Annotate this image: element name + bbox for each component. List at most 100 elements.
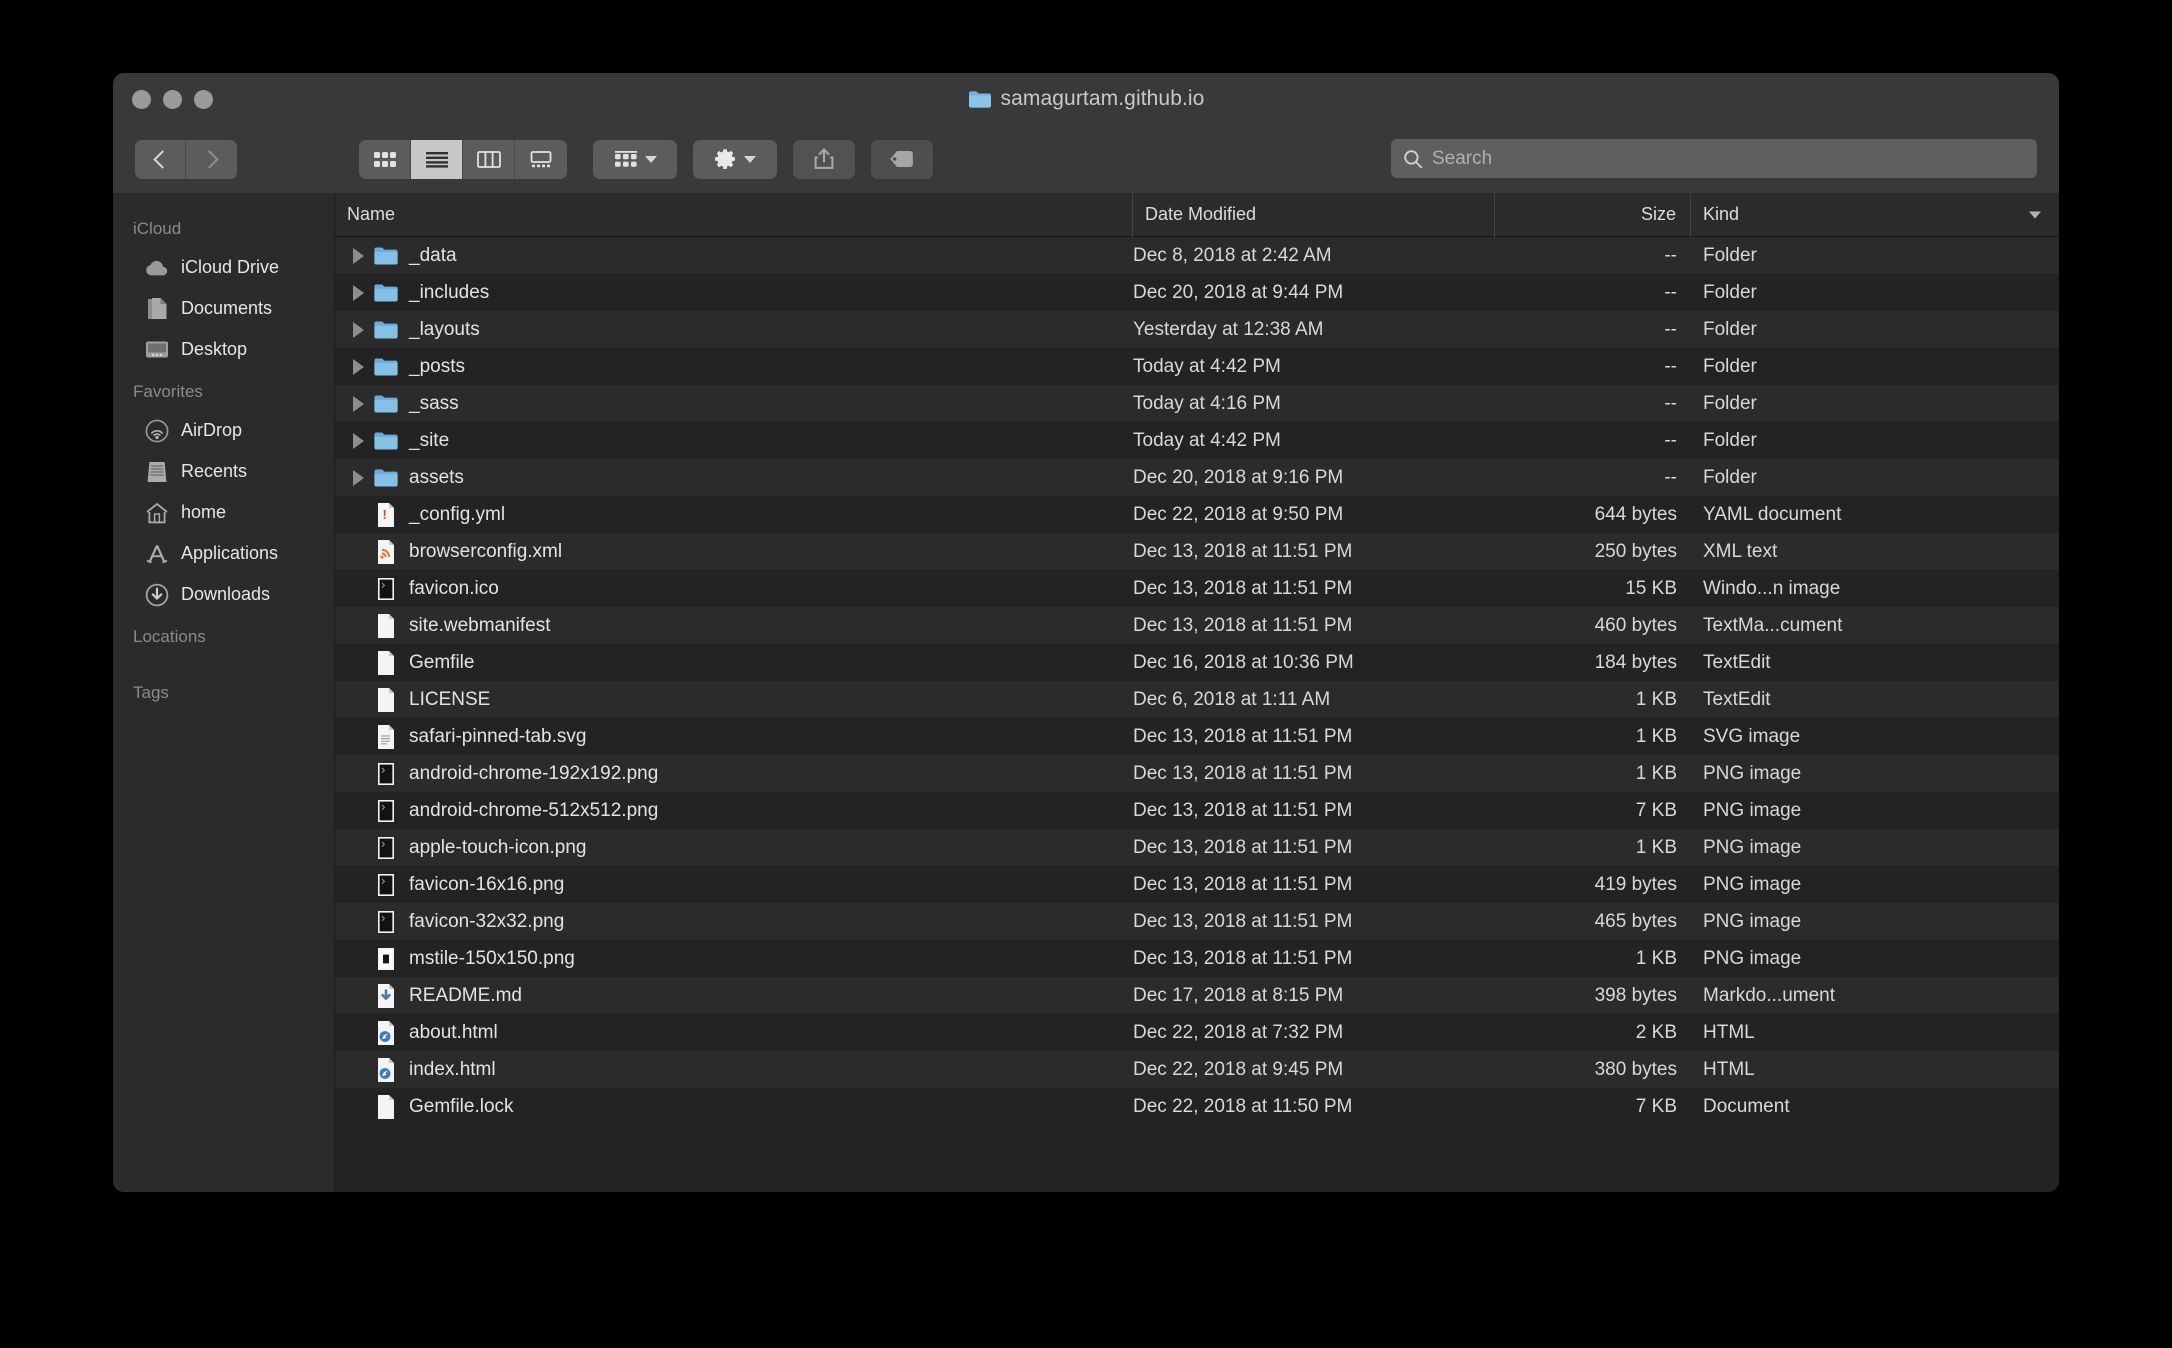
table-row[interactable]: Gemfile.lock Dec 22, 2018 at 11:50 PM 7 KB… <box>335 1088 2059 1125</box>
list-view-button[interactable] <box>411 139 463 179</box>
file-name-cell[interactable]: README.md <box>335 983 1133 1009</box>
file-name-cell[interactable]: LICENSE <box>335 687 1133 713</box>
yaml-doc-icon: ! <box>373 502 399 528</box>
chevron-down-icon[interactable] <box>2029 211 2041 218</box>
table-row[interactable]: android-chrome-512x512.png Dec 13, 2018 a… <box>335 792 2059 829</box>
file-name-cell[interactable]: Gemfile <box>335 650 1133 676</box>
table-row[interactable]: _data Dec 8, 2018 at 2:42 AM -- Folder <box>335 237 2059 274</box>
file-name-cell[interactable]: android-chrome-192x192.png <box>335 761 1133 787</box>
file-name-label: browserconfig.xml <box>409 540 563 562</box>
table-row[interactable]: android-chrome-192x192.png Dec 13, 2018 a… <box>335 755 2059 792</box>
zoom-button[interactable] <box>194 90 213 109</box>
sidebar-item-home[interactable]: home <box>113 492 334 533</box>
table-row[interactable]: mstile-150x150.png Dec 13, 2018 at 11:51 … <box>335 940 2059 977</box>
size-cell: 1 KB <box>1635 762 1677 784</box>
size-cell: 184 bytes <box>1594 651 1677 673</box>
file-name-label: Gemfile <box>409 651 475 673</box>
column-view-button[interactable] <box>463 139 515 179</box>
table-row[interactable]: LICENSE Dec 6, 2018 at 1:11 AM 1 KB TextEdi… <box>335 681 2059 718</box>
table-row[interactable]: favicon-16x16.png Dec 13, 2018 at 11:51 P… <box>335 866 2059 903</box>
sidebar-item-airdrop[interactable]: AirDrop <box>113 410 334 451</box>
column-header-name[interactable]: Name <box>335 192 1133 237</box>
file-name-cell[interactable]: Gemfile.lock <box>335 1094 1133 1120</box>
column-header-size[interactable]: Size <box>1495 192 1691 237</box>
file-name-cell[interactable]: site.webmanifest <box>335 613 1133 639</box>
folder-icon <box>373 320 399 340</box>
edit-tags-button[interactable] <box>871 139 933 179</box>
disclosure-triangle-icon[interactable] <box>347 247 369 264</box>
table-row[interactable]: safari-pinned-tab.svg Dec 13, 2018 at 11:… <box>335 718 2059 755</box>
file-name-cell[interactable]: _layouts <box>335 319 1133 341</box>
action-menu-button[interactable] <box>693 139 777 179</box>
table-row[interactable]: favicon-32x32.png Dec 13, 2018 at 11:51 P… <box>335 903 2059 940</box>
table-row[interactable]: about.html Dec 22, 2018 at 7:32 PM 2 KB HTM… <box>335 1014 2059 1051</box>
disclosure-triangle-icon[interactable] <box>347 395 369 412</box>
date-modified-cell: Dec 22, 2018 at 11:50 PM <box>1133 1095 1353 1117</box>
table-row[interactable]: _posts Today at 4:42 PM -- Folder <box>335 348 2059 385</box>
table-row[interactable]: site.webmanifest Dec 13, 2018 at 11:51 PM… <box>335 607 2059 644</box>
date-modified-cell: Dec 17, 2018 at 8:15 PM <box>1133 984 1344 1006</box>
table-row[interactable]: _sass Today at 4:16 PM -- Folder <box>335 385 2059 422</box>
minimize-button[interactable] <box>163 90 182 109</box>
file-name-label: about.html <box>409 1021 498 1043</box>
table-row[interactable]: ! _config.yml Dec 22, 2018 at 9:50 PM 644 b… <box>335 496 2059 533</box>
share-icon <box>814 148 834 169</box>
back-button[interactable] <box>135 139 186 179</box>
disclosure-triangle-icon[interactable] <box>347 284 369 301</box>
table-row[interactable]: assets Dec 20, 2018 at 9:16 PM -- Folder <box>335 459 2059 496</box>
file-name-cell[interactable]: favicon-16x16.png <box>335 872 1133 898</box>
table-row[interactable]: README.md Dec 17, 2018 at 8:15 PM 398 byte… <box>335 977 2059 1014</box>
search-field[interactable]: Search <box>1391 139 2037 178</box>
folder-icon <box>373 283 399 303</box>
gallery-view-button[interactable] <box>515 140 567 179</box>
disclosure-triangle-icon[interactable] <box>347 469 369 486</box>
file-name-cell[interactable]: favicon-32x32.png <box>335 909 1133 935</box>
file-name-cell[interactable]: assets <box>335 467 1133 489</box>
column-header-kind-label: Kind <box>1703 204 1740 224</box>
group-items-button[interactable] <box>593 139 677 179</box>
file-name-cell[interactable]: apple-touch-icon.png <box>335 835 1133 861</box>
file-name-cell[interactable]: favicon.ico <box>335 576 1133 602</box>
kind-cell: Markdo...ument <box>1703 984 1835 1006</box>
forward-button[interactable] <box>186 140 237 179</box>
table-row[interactable]: _layouts Yesterday at 12:38 AM -- Folder <box>335 311 2059 348</box>
table-row[interactable]: favicon.ico Dec 13, 2018 at 11:51 PM 15 KB… <box>335 570 2059 607</box>
sidebar-item-downloads[interactable]: Downloads <box>113 574 334 615</box>
table-row[interactable]: apple-touch-icon.png Dec 13, 2018 at 11:5… <box>335 829 2059 866</box>
table-row[interactable]: _includes Dec 20, 2018 at 9:44 PM -- Folder <box>335 274 2059 311</box>
file-name-cell[interactable]: safari-pinned-tab.svg <box>335 724 1133 750</box>
sidebar-item-icloud-drive[interactable]: iCloud Drive <box>113 247 334 288</box>
file-name-cell[interactable]: _posts <box>335 356 1133 378</box>
sidebar-item-label: AirDrop <box>181 420 243 440</box>
file-name-cell[interactable]: ! _config.yml <box>335 502 1133 528</box>
sidebar-item-desktop[interactable]: Desktop <box>113 329 334 370</box>
file-name-cell[interactable]: about.html <box>335 1020 1133 1046</box>
kind-cell: PNG image <box>1703 947 1802 969</box>
file-name-cell[interactable]: _includes <box>335 282 1133 304</box>
window-titlebar[interactable]: samagurtam.github.io <box>113 73 2059 125</box>
column-header-kind[interactable]: Kind <box>1691 193 2059 237</box>
table-row[interactable]: Gemfile Dec 16, 2018 at 10:36 PM 184 bytes… <box>335 644 2059 681</box>
icon-view-button[interactable] <box>359 139 411 179</box>
close-button[interactable] <box>132 90 151 109</box>
share-button[interactable] <box>793 139 855 179</box>
sidebar-item-recents[interactable]: Recents <box>113 451 334 492</box>
file-name-cell[interactable]: browserconfig.xml <box>335 539 1133 565</box>
file-name-cell[interactable]: index.html <box>335 1057 1133 1083</box>
table-row[interactable]: index.html Dec 22, 2018 at 9:45 PM 380 byt… <box>335 1051 2059 1088</box>
file-name-cell[interactable]: mstile-150x150.png <box>335 946 1133 972</box>
disclosure-triangle-icon[interactable] <box>347 321 369 338</box>
file-name-cell[interactable]: _sass <box>335 393 1133 415</box>
sidebar-item-applications[interactable]: Applications <box>113 533 334 574</box>
file-name-cell[interactable]: _data <box>335 245 1133 267</box>
file-name-cell[interactable]: android-chrome-512x512.png <box>335 798 1133 824</box>
sidebar-item-documents[interactable]: Documents <box>113 288 334 329</box>
column-header-date-modified[interactable]: Date Modified <box>1133 192 1495 237</box>
file-name-cell[interactable]: _site <box>335 430 1133 452</box>
file-name-label: LICENSE <box>409 688 491 710</box>
disclosure-triangle-icon[interactable] <box>347 432 369 449</box>
disclosure-triangle-icon[interactable] <box>347 358 369 375</box>
table-row[interactable]: browserconfig.xml Dec 13, 2018 at 11:51 P… <box>335 533 2059 570</box>
table-row[interactable]: _site Today at 4:42 PM -- Folder <box>335 422 2059 459</box>
column-headers: Name Date Modified Size Kind <box>335 192 2059 237</box>
